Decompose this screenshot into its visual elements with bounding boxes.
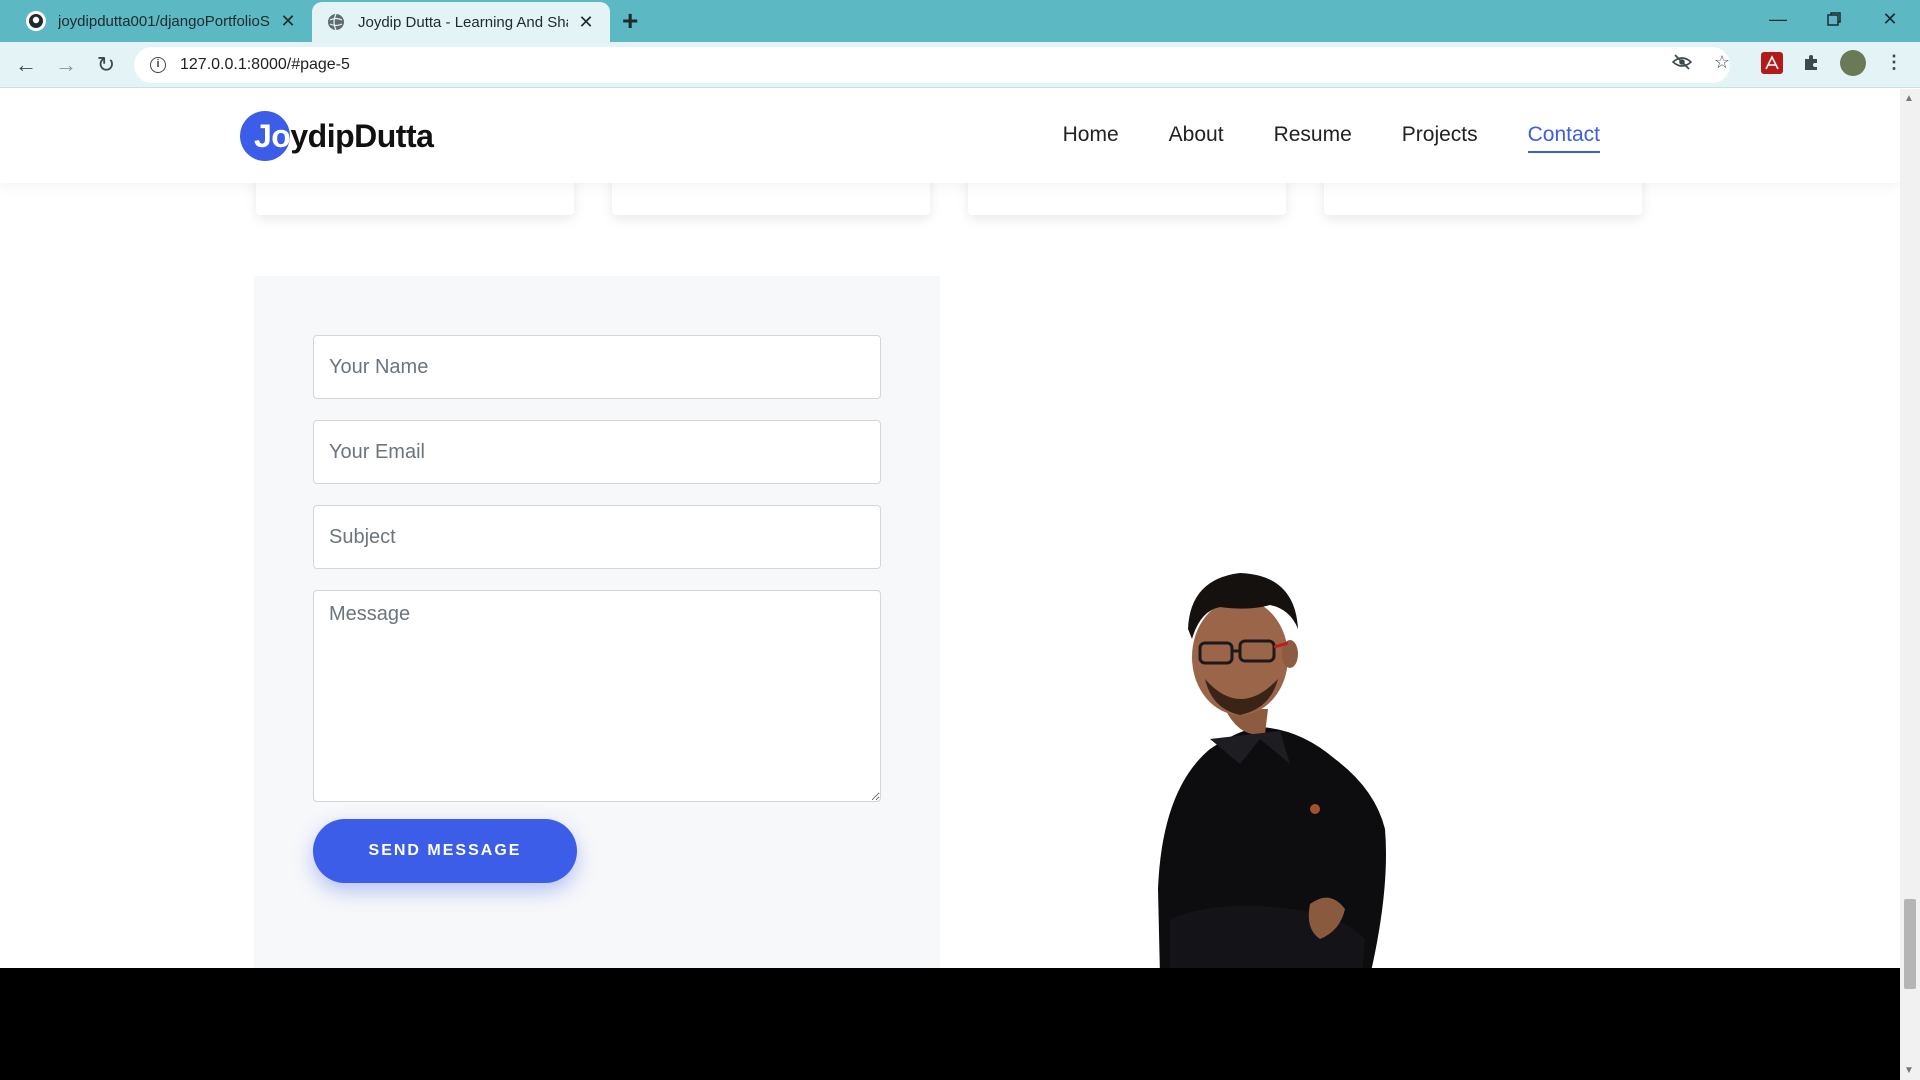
send-message-button[interactable]: SEND MESSAGE xyxy=(313,819,577,883)
profile-avatar[interactable] xyxy=(1840,50,1866,76)
nav-projects[interactable]: Projects xyxy=(1402,123,1478,153)
nav-resume[interactable]: Resume xyxy=(1274,123,1352,153)
nav-contact[interactable]: Contact xyxy=(1527,123,1600,153)
tab-title: joydipdutta001/djangoPortfolioS xyxy=(58,12,270,30)
address-bar[interactable]: i 127.0.0.1:8000/#page-5 xyxy=(134,47,1730,83)
subject-field[interactable] xyxy=(313,505,881,569)
close-tab-icon[interactable]: ✕ xyxy=(576,12,596,33)
address-url[interactable]: 127.0.0.1:8000/#page-5 xyxy=(180,56,350,74)
nav-home[interactable]: Home xyxy=(1063,123,1119,153)
globe-icon xyxy=(326,12,346,32)
scroll-down-icon[interactable]: ▼ xyxy=(1904,1065,1914,1076)
close-window-icon[interactable]: ✕ xyxy=(1862,0,1918,38)
page-viewport: JoydipDutta Home About Resume Projects C… xyxy=(0,89,1900,1080)
footer xyxy=(0,968,1900,1080)
menu-kebab-icon[interactable]: ⋮ xyxy=(1882,50,1906,74)
minimize-icon[interactable]: — xyxy=(1750,0,1806,38)
eye-off-icon[interactable] xyxy=(1670,50,1694,74)
portrait-image xyxy=(1100,559,1400,976)
forward-arrow-icon[interactable]: → xyxy=(50,49,82,81)
browser-tab-portfolio[interactable]: Joydip Dutta - Learning And Shar ✕ xyxy=(312,2,610,42)
scrollbar-thumb[interactable] xyxy=(1904,899,1916,989)
bookmark-star-icon[interactable]: ☆ xyxy=(1710,50,1734,74)
tab-title: Joydip Dutta - Learning And Shar xyxy=(358,13,568,31)
info-icon[interactable]: i xyxy=(150,57,166,73)
pdf-extension-icon[interactable] xyxy=(1761,52,1783,74)
close-tab-icon[interactable]: ✕ xyxy=(278,11,298,32)
restore-icon[interactable] xyxy=(1806,0,1862,38)
site-logo[interactable]: JoydipDutta xyxy=(240,111,434,161)
new-tab-button[interactable]: + xyxy=(622,6,638,36)
back-arrow-icon[interactable]: ← xyxy=(10,49,42,81)
github-icon xyxy=(26,11,46,31)
nav-about[interactable]: About xyxy=(1169,123,1224,153)
email-field[interactable] xyxy=(313,420,881,484)
browser-tab-github[interactable]: joydipdutta001/djangoPortfolioS ✕ xyxy=(12,0,312,42)
name-field[interactable] xyxy=(313,335,881,399)
page-scrollbar[interactable]: ▲ ▼ xyxy=(1900,89,1920,1080)
logo-text: JoydipDutta xyxy=(254,117,434,154)
browser-tab-bar: joydipdutta001/djangoPortfolioS ✕ Joydip… xyxy=(0,0,1920,42)
contact-form-panel: SEND MESSAGE xyxy=(254,276,940,976)
browser-toolbar: ← → ↻ i 127.0.0.1:8000/#page-5 xyxy=(0,42,1920,88)
reload-icon[interactable]: ↻ xyxy=(90,49,122,81)
extensions-puzzle-icon[interactable] xyxy=(1800,50,1824,74)
message-field[interactable] xyxy=(313,590,881,802)
site-header: JoydipDutta Home About Resume Projects C… xyxy=(0,89,1900,183)
main-nav: Home About Resume Projects Contact xyxy=(1063,123,1600,153)
scroll-up-icon[interactable]: ▲ xyxy=(1904,93,1914,104)
